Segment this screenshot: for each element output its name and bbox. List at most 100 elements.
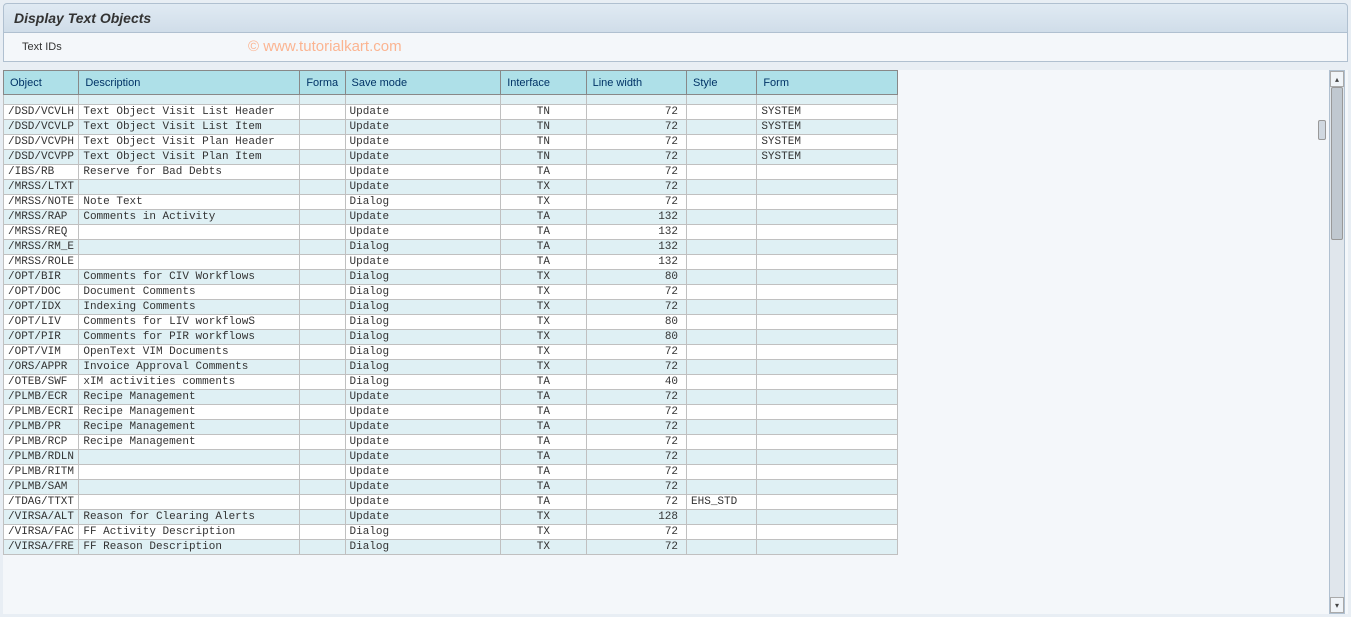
cell-linewidth[interactable]: 72	[586, 165, 686, 180]
cell-format[interactable]	[300, 270, 345, 285]
cell-object[interactable]: /PLMB/RCP	[4, 435, 79, 450]
cell-interface[interactable]: TA	[501, 495, 586, 510]
table-row[interactable]: /VIRSA/FREFF Reason DescriptionDialogTX7…	[4, 540, 898, 555]
cell-interface[interactable]: TX	[501, 270, 586, 285]
cell-format[interactable]	[300, 510, 345, 525]
cell-savemode[interactable]: Update	[345, 180, 501, 195]
cell-interface[interactable]: TX	[501, 345, 586, 360]
cell-form[interactable]: SYSTEM	[757, 150, 898, 165]
col-header-description[interactable]: Description	[79, 71, 300, 95]
cell-interface[interactable]: TX	[501, 195, 586, 210]
cell-savemode[interactable]: Update	[345, 150, 501, 165]
cell-form[interactable]: SYSTEM	[757, 135, 898, 150]
cell-description[interactable]: FF Activity Description	[79, 525, 300, 540]
cell-object[interactable]: /TDAG/TTXT	[4, 495, 79, 510]
cell-interface[interactable]: TX	[501, 180, 586, 195]
cell-format[interactable]	[300, 255, 345, 270]
cell-linewidth[interactable]: 72	[586, 195, 686, 210]
table-row[interactable]: /ORS/APPRInvoice Approval CommentsDialog…	[4, 360, 898, 375]
cell-format[interactable]	[300, 105, 345, 120]
cell-object[interactable]: /ORS/APPR	[4, 360, 79, 375]
cell-style[interactable]	[687, 345, 757, 360]
cell-object[interactable]: /OPT/VIM	[4, 345, 79, 360]
table-row[interactable]: /DSD/VCVPHText Object Visit Plan HeaderU…	[4, 135, 898, 150]
cell-savemode[interactable]: Update	[345, 450, 501, 465]
table-row[interactable]: /PLMB/RITMUpdateTA72	[4, 465, 898, 480]
table-row[interactable]: /OPT/PIRComments for PIR workflowsDialog…	[4, 330, 898, 345]
cell-description[interactable]	[79, 240, 300, 255]
cell-form[interactable]	[757, 540, 898, 555]
cell-linewidth[interactable]: 72	[586, 360, 686, 375]
cell-object[interactable]: /VIRSA/ALT	[4, 510, 79, 525]
cell-form[interactable]	[757, 510, 898, 525]
cell-linewidth[interactable]: 80	[586, 270, 686, 285]
cell-object[interactable]: /PLMB/RITM	[4, 465, 79, 480]
scroll-up-button[interactable]: ▴	[1330, 71, 1344, 87]
cell-style[interactable]	[687, 285, 757, 300]
table-row[interactable]: /MRSS/RM_EDialogTA132	[4, 240, 898, 255]
cell-object[interactable]: /OPT/BIR	[4, 270, 79, 285]
cell-format[interactable]	[300, 390, 345, 405]
cell-linewidth[interactable]: 72	[586, 285, 686, 300]
cell-form[interactable]	[757, 480, 898, 495]
table-row[interactable]: /IBS/RBReserve for Bad DebtsUpdateTA72	[4, 165, 898, 180]
vertical-scrollbar[interactable]: ▴ ▾	[1329, 70, 1345, 614]
cell-savemode[interactable]: Dialog	[345, 300, 501, 315]
cell-description[interactable]: Recipe Management	[79, 405, 300, 420]
cell-interface[interactable]: TA	[501, 405, 586, 420]
cell-object[interactable]: /DSD/VCVPP	[4, 150, 79, 165]
cell-form[interactable]	[757, 270, 898, 285]
col-header-style[interactable]: Style	[687, 71, 757, 95]
cell-object[interactable]: /OPT/DOC	[4, 285, 79, 300]
cell-description[interactable]: Recipe Management	[79, 390, 300, 405]
cell-object[interactable]: /PLMB/ECRI	[4, 405, 79, 420]
cell-linewidth[interactable]: 132	[586, 240, 686, 255]
cell-format[interactable]	[300, 450, 345, 465]
cell-style[interactable]	[687, 465, 757, 480]
cell-format[interactable]	[300, 375, 345, 390]
cell-style[interactable]	[687, 405, 757, 420]
cell-savemode[interactable]: Dialog	[345, 315, 501, 330]
cell-savemode[interactable]: Update	[345, 135, 501, 150]
cell-savemode[interactable]: Dialog	[345, 360, 501, 375]
cell-savemode[interactable]: Update	[345, 435, 501, 450]
cell-object[interactable]: /MRSS/RAP	[4, 210, 79, 225]
cell-style[interactable]	[687, 240, 757, 255]
cell-style[interactable]	[687, 420, 757, 435]
table-row[interactable]: /DSD/VCVLHText Object Visit List HeaderU…	[4, 105, 898, 120]
cell-interface[interactable]: TA	[501, 375, 586, 390]
cell-style[interactable]: EHS_STD	[687, 495, 757, 510]
cell-description[interactable]: Text Object Visit Plan Item	[79, 150, 300, 165]
table-row[interactable]: /OPT/LIVComments for LIV workflowSDialog…	[4, 315, 898, 330]
table-row[interactable]: /MRSS/ROLEUpdateTA132	[4, 255, 898, 270]
cell-description[interactable]: Document Comments	[79, 285, 300, 300]
cell-interface[interactable]: TA	[501, 450, 586, 465]
cell-interface[interactable]: TN	[501, 105, 586, 120]
cell-object[interactable]: /IBS/RB	[4, 165, 79, 180]
col-header-object[interactable]: Object	[4, 71, 79, 95]
cell-form[interactable]	[757, 345, 898, 360]
cell-style[interactable]	[687, 390, 757, 405]
cell-object[interactable]: /MRSS/NOTE	[4, 195, 79, 210]
cell-form[interactable]	[757, 375, 898, 390]
cell-savemode[interactable]: Update	[345, 420, 501, 435]
cell-form[interactable]	[757, 360, 898, 375]
cell-description[interactable]: Text Object Visit List Header	[79, 105, 300, 120]
cell-format[interactable]	[300, 525, 345, 540]
scroll-track[interactable]	[1330, 87, 1344, 597]
cell-savemode[interactable]: Dialog	[345, 540, 501, 555]
cell-description[interactable]: Note Text	[79, 195, 300, 210]
cell-description[interactable]: Text Object Visit Plan Header	[79, 135, 300, 150]
cell-format[interactable]	[300, 240, 345, 255]
col-header-interface[interactable]: Interface	[501, 71, 586, 95]
cell-savemode[interactable]: Update	[345, 510, 501, 525]
cell-format[interactable]	[300, 285, 345, 300]
cell-savemode[interactable]: Update	[345, 210, 501, 225]
cell-style[interactable]	[687, 300, 757, 315]
cell-form[interactable]	[757, 420, 898, 435]
cell-form[interactable]	[757, 390, 898, 405]
cell-form[interactable]	[757, 525, 898, 540]
cell-form[interactable]	[757, 300, 898, 315]
table-row[interactable]: /DSD/VCVLPText Object Visit List ItemUpd…	[4, 120, 898, 135]
cell-interface[interactable]: TA	[501, 465, 586, 480]
